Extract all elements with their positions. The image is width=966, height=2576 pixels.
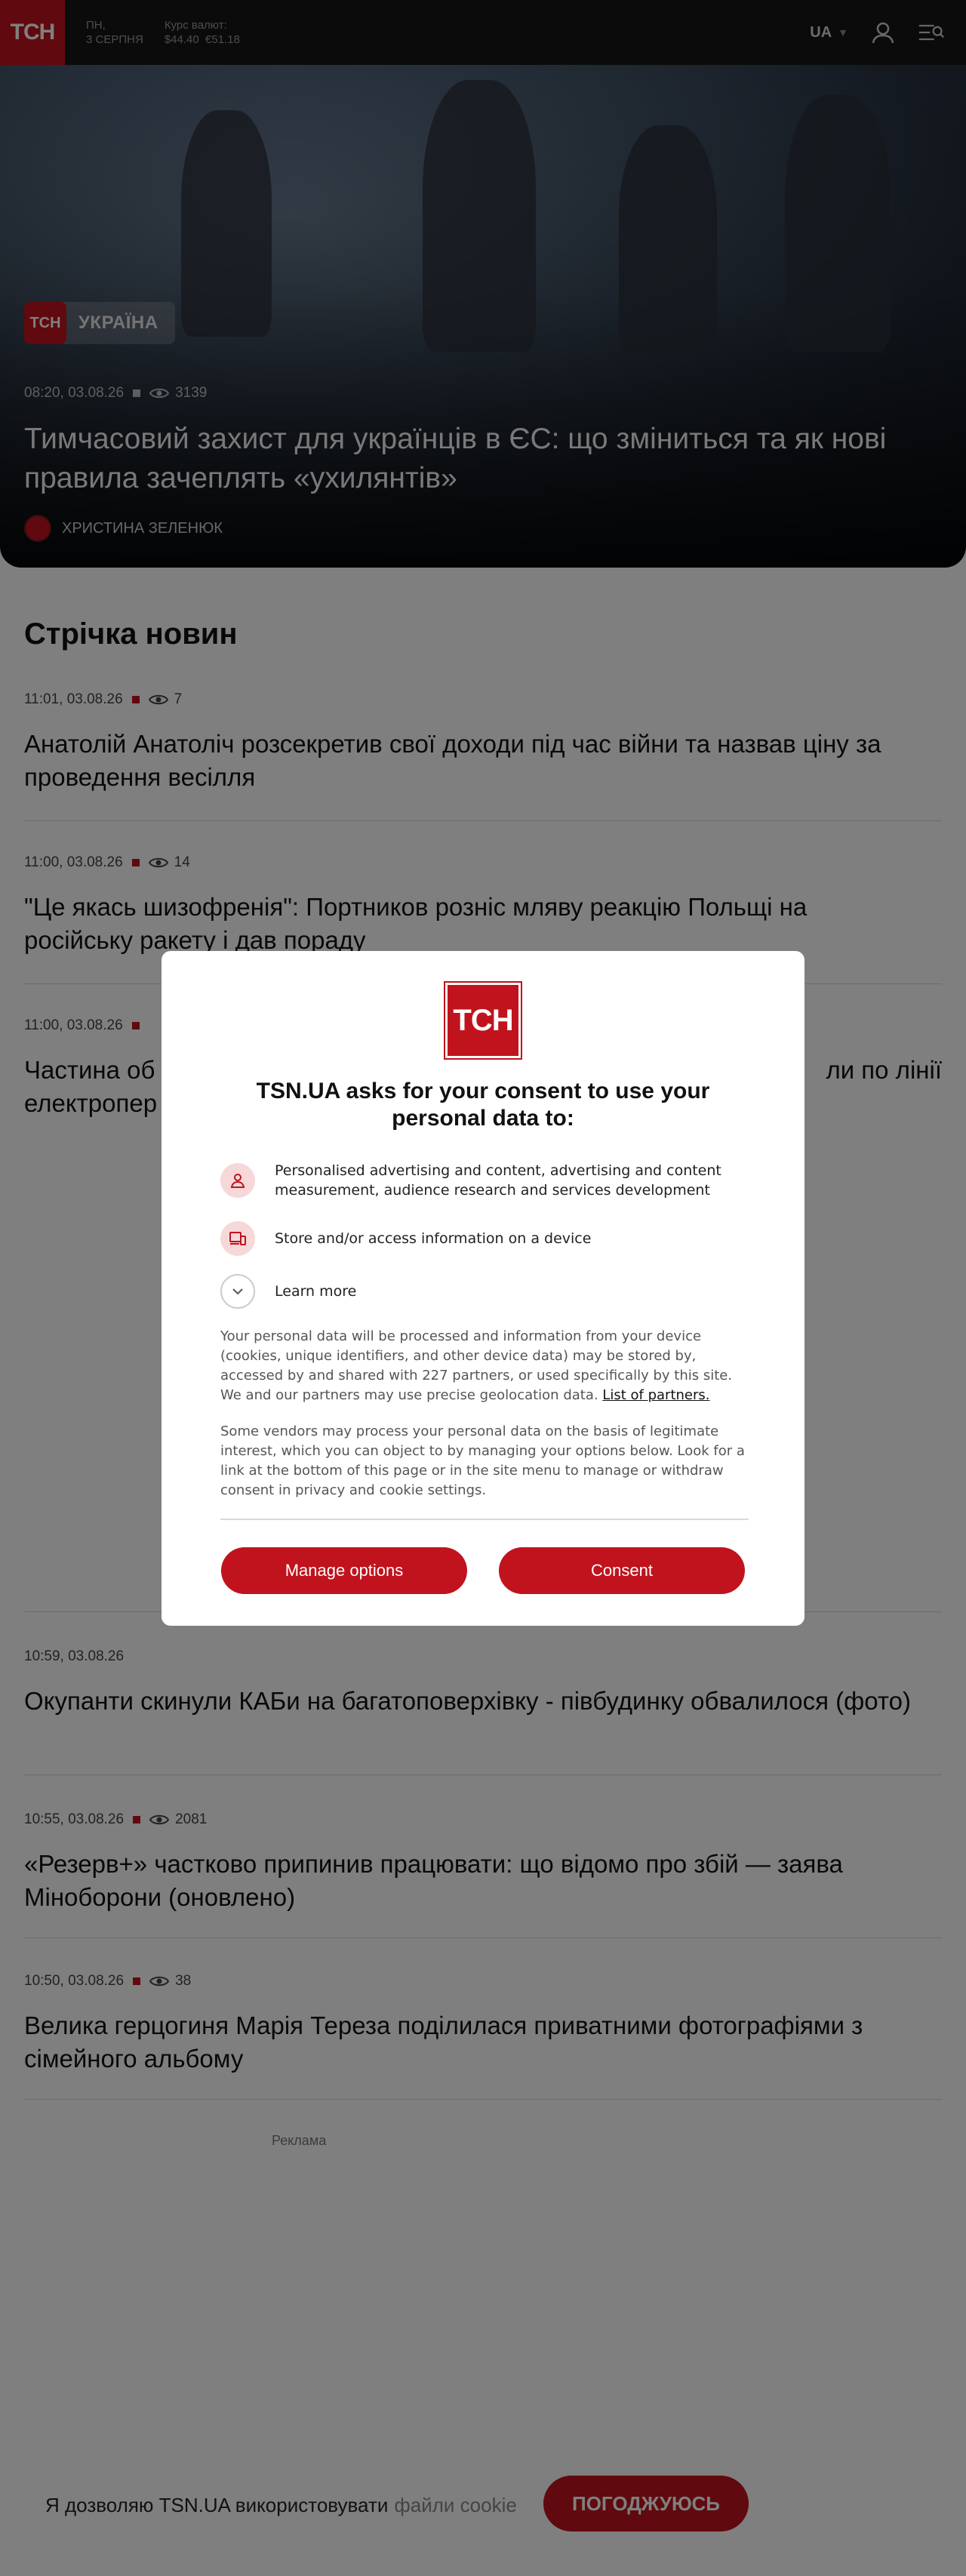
consent-legitimate-interest: Some vendors may process your personal d… (220, 1423, 745, 1498)
person-icon (220, 1163, 255, 1198)
purpose-text: Personalised advertising and content, ad… (275, 1162, 721, 1199)
devices-icon (220, 1221, 255, 1256)
learn-more-label: Learn more (275, 1283, 357, 1300)
purpose-storage: Store and/or access information on a dev… (220, 1221, 591, 1256)
consent-logo: ТСН (444, 981, 522, 1060)
chevron-down-icon (220, 1274, 255, 1309)
learn-more-toggle[interactable]: Learn more (220, 1274, 356, 1309)
purpose-personalised: Personalised advertising and content, ad… (220, 1161, 749, 1200)
divider (220, 1519, 749, 1520)
manage-options-button[interactable]: Manage options (221, 1547, 467, 1594)
partners-link[interactable]: List of partners. (602, 1387, 709, 1403)
consent-heading: TSN.UA asks for your consent to use your… (256, 1079, 710, 1131)
consent-dialog: ТСН TSN.UA asks for your consent to use … (162, 951, 804, 1626)
consent-paragraph: Your personal data will be processed and… (220, 1327, 749, 1405)
consent-button[interactable]: Consent (499, 1547, 745, 1594)
purpose-text: Store and/or access information on a dev… (275, 1230, 592, 1247)
